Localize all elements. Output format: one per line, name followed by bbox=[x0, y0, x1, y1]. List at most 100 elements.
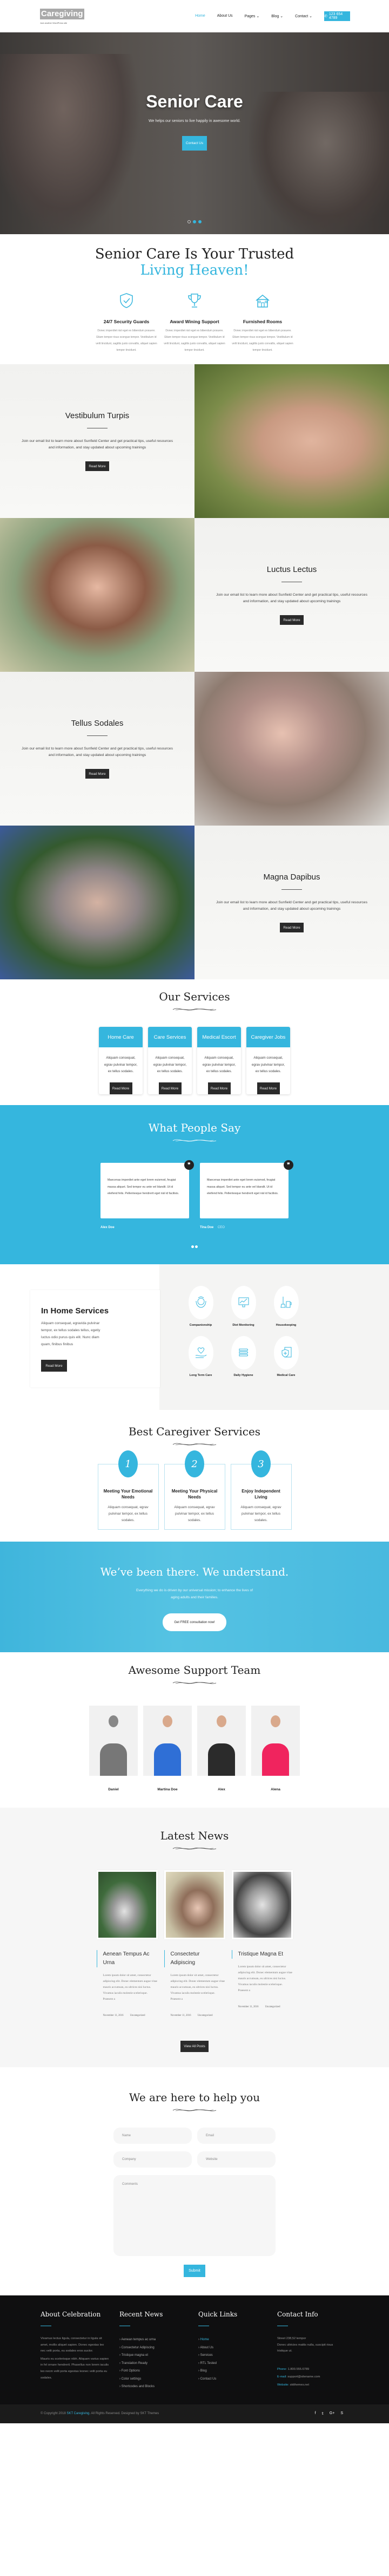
service-card: Medical Escort Aliquam consequat, egrav … bbox=[197, 1027, 241, 1094]
post-category[interactable]: Uncategorized bbox=[198, 2014, 213, 2017]
in-home-service-item[interactable]: Housekeeping bbox=[265, 1286, 307, 1327]
info-block: Magna Dapibus Join our email list to lea… bbox=[194, 826, 389, 979]
read-more-button[interactable]: Read More bbox=[41, 1360, 67, 1372]
copyright-prefix: © Copyright 2018 bbox=[41, 2412, 67, 2415]
read-more-button[interactable]: Read More bbox=[257, 1082, 280, 1094]
submit-button[interactable]: Submit bbox=[184, 2265, 205, 2277]
skype-icon[interactable]: S bbox=[340, 2411, 343, 2416]
comments-field[interactable]: Comments bbox=[113, 2175, 276, 2256]
member-photo bbox=[143, 1706, 192, 1776]
recent-news-link[interactable]: Aenean tempus ac urna bbox=[119, 2336, 198, 2344]
service-card-title: Medical Escort bbox=[197, 1027, 241, 1047]
slider-dot-2[interactable] bbox=[193, 220, 196, 223]
contact-email: E-mail: support@sitename.com bbox=[277, 2374, 353, 2381]
quick-link-home[interactable]: Home bbox=[198, 2336, 277, 2344]
post-title[interactable]: Aenean Tempus Ac Urna bbox=[96, 1950, 158, 1967]
member-name: Daniel bbox=[108, 1788, 119, 1791]
service-label: Housekeeping bbox=[276, 1324, 297, 1327]
read-more-button[interactable]: Read More bbox=[207, 1082, 231, 1094]
testimonial-dot-1[interactable] bbox=[191, 1245, 194, 1248]
website-value[interactable]: sktthemes.net bbox=[290, 2383, 309, 2387]
copyright-link[interactable]: SKT Caregiving. bbox=[66, 2412, 90, 2415]
read-more-button[interactable]: Read More bbox=[280, 615, 304, 625]
senior-man-photo bbox=[194, 672, 389, 826]
website-field[interactable]: Website bbox=[197, 2151, 276, 2168]
testimonial-box: ❞ Maecenas imperdiet ante eget lorem eui… bbox=[200, 1160, 293, 1218]
footer-bottom-bar: © Copyright 2018 SKT Caregiving. All Rig… bbox=[0, 2404, 389, 2423]
quick-link-contact[interactable]: Contact Us bbox=[198, 2375, 277, 2383]
nav-about[interactable]: About Us bbox=[217, 14, 233, 18]
in-home-service-item[interactable]: Diet Monitoring bbox=[222, 1286, 265, 1327]
nav-contact[interactable]: Contact ⌄ bbox=[295, 14, 312, 18]
team-member[interactable]: Daniel bbox=[89, 1706, 138, 1791]
quick-link-blog[interactable]: Blog bbox=[198, 2367, 277, 2375]
post-category[interactable]: Uncategorized bbox=[130, 2014, 145, 2017]
contact-form: Name Email Company Website Comments bbox=[113, 2128, 276, 2256]
twitter-icon[interactable]: 𝕥 bbox=[322, 2411, 324, 2416]
step-card: 1 Meeting Your Emotional Needs Aliquam c… bbox=[97, 1450, 159, 1530]
recent-news-link[interactable]: Shortcodes and Blocks bbox=[119, 2383, 198, 2391]
post-image[interactable] bbox=[96, 1870, 158, 1939]
recent-news-link[interactable]: Font Options bbox=[119, 2367, 198, 2375]
in-home-service-item[interactable]: Long Term Care bbox=[179, 1336, 222, 1377]
testimonial-dot-2[interactable] bbox=[195, 1245, 198, 1248]
info-block-title: Tellus Sodales bbox=[71, 719, 124, 728]
read-more-button[interactable]: Read More bbox=[85, 769, 109, 779]
post-list: Aenean Tempus Ac Urna Lorem ipsum dolor … bbox=[0, 1870, 389, 2017]
company-field[interactable]: Company bbox=[113, 2151, 192, 2168]
read-more-button[interactable]: Read More bbox=[158, 1082, 182, 1094]
name-field[interactable]: Name bbox=[113, 2128, 192, 2144]
step-title: Meeting Your Physical Needs bbox=[171, 1489, 218, 1500]
feature-grid: Vestibulum Turpis Join our email list to… bbox=[0, 364, 389, 979]
in-home-service-item[interactable]: Medical Care bbox=[265, 1336, 307, 1377]
phone-button[interactable]: ✆ 123 654 4789 bbox=[324, 11, 350, 21]
read-more-button[interactable]: Read More bbox=[85, 461, 109, 471]
facebook-icon[interactable]: f bbox=[315, 2411, 316, 2416]
read-more-button[interactable]: Read More bbox=[109, 1082, 132, 1094]
post-title[interactable]: Tristique Magna Et bbox=[231, 1950, 293, 1959]
site-logo[interactable]: Caregiving Just another WordPress site bbox=[40, 8, 84, 24]
testimonial-author: Alex Doe bbox=[100, 1226, 189, 1229]
copyright-suffix: All Rights Reserved. Designed by SKT The… bbox=[90, 2412, 159, 2415]
hero-subtitle: We helps our seniors to live happily in … bbox=[149, 119, 240, 123]
in-home-service-item[interactable]: Companionship bbox=[179, 1286, 222, 1327]
service-card-text: Aliquam consequat, egrav pulvinar tempor… bbox=[202, 1056, 236, 1073]
post-image[interactable] bbox=[164, 1870, 225, 1939]
post-category[interactable]: Uncategorized bbox=[265, 2006, 280, 2008]
post-title[interactable]: Consectetur Adipiscing bbox=[164, 1950, 225, 1967]
quote-icon: ❞ bbox=[184, 1160, 194, 1170]
nav-home[interactable]: Home bbox=[195, 14, 205, 18]
service-card: Home Care Aliquam consequat, egrav pulvi… bbox=[99, 1027, 143, 1094]
hero-contact-button[interactable]: Contact Us bbox=[182, 136, 207, 151]
quote-icon: ❞ bbox=[284, 1160, 293, 1170]
read-more-button[interactable]: Read More bbox=[280, 923, 304, 932]
info-block: Vestibulum Turpis Join our email list to… bbox=[0, 364, 194, 518]
phone-value[interactable]: 1.800.555.6789 bbox=[288, 2368, 310, 2371]
post-image[interactable] bbox=[231, 1870, 293, 1939]
nav-blog[interactable]: Blog ⌄ bbox=[271, 14, 283, 18]
quick-link-rtl[interactable]: RTL Tested bbox=[198, 2360, 277, 2368]
flourish-divider-icon bbox=[172, 1139, 217, 1142]
quick-link-about[interactable]: About Us bbox=[198, 2344, 277, 2352]
in-home-service-item[interactable]: Daily Hygiene bbox=[222, 1336, 265, 1377]
hero-title: Senior Care bbox=[146, 92, 243, 111]
google-plus-icon[interactable]: G+ bbox=[330, 2411, 335, 2416]
nav-pages[interactable]: Pages ⌄ bbox=[245, 14, 260, 18]
recent-news-link[interactable]: Color settings bbox=[119, 2375, 198, 2383]
team-member[interactable]: Martina Doe bbox=[143, 1706, 192, 1791]
email-value[interactable]: support@sitename.com bbox=[287, 2375, 320, 2379]
slider-dot-1[interactable] bbox=[187, 220, 191, 223]
recent-news-link[interactable]: Translation Ready bbox=[119, 2360, 198, 2368]
slider-dot-3[interactable] bbox=[198, 220, 202, 223]
member-photo bbox=[89, 1706, 138, 1776]
view-all-posts-button[interactable]: View All Posts bbox=[180, 2041, 209, 2052]
recent-news-link[interactable]: Tristique magna et bbox=[119, 2352, 198, 2360]
email-field[interactable]: Email bbox=[197, 2128, 276, 2144]
team-member[interactable]: Alex bbox=[197, 1706, 246, 1791]
section-title: Best Caregiver Services bbox=[128, 1425, 261, 1438]
consultation-button[interactable]: Get FREE consultation now! bbox=[163, 1613, 226, 1631]
team-member[interactable]: Alena bbox=[251, 1706, 300, 1791]
recent-news-link[interactable]: Consectetur Adipiscing bbox=[119, 2344, 198, 2352]
long-term-care-icon bbox=[195, 1347, 206, 1358]
quick-link-services[interactable]: Services bbox=[198, 2352, 277, 2360]
